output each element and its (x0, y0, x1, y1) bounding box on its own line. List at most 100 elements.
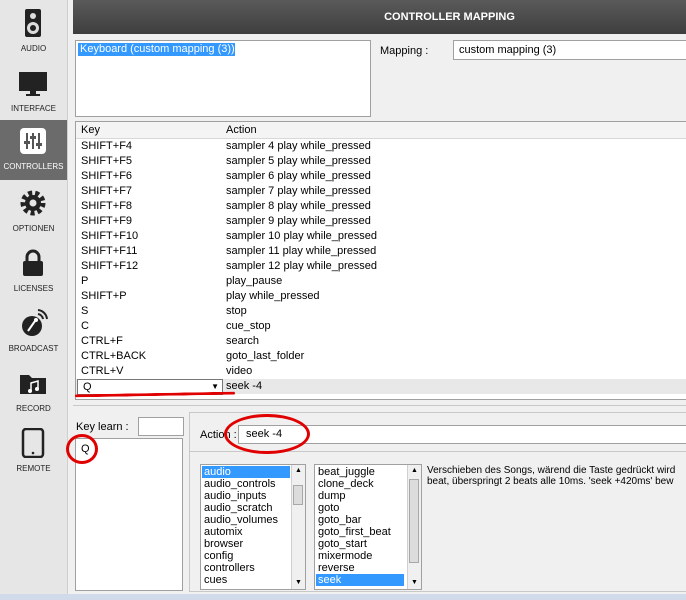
controller-list[interactable]: Keyboard (custom mapping (3)) (75, 40, 371, 117)
category-list[interactable]: audio audio_controls audio_inputs audio_scr… (200, 464, 306, 590)
scroll-thumb[interactable] (409, 479, 419, 563)
column-header-action[interactable]: Action (221, 122, 686, 139)
scroll-down-icon[interactable]: ▼ (292, 577, 305, 589)
list-item[interactable]: goto (316, 502, 404, 514)
row-action: goto_last_folder (226, 350, 305, 362)
list-item[interactable]: goto_bar (316, 514, 404, 526)
lock-icon (23, 249, 43, 276)
list-item[interactable]: reverse (316, 562, 404, 574)
sidebar-item-interface[interactable]: INTERFACE (0, 62, 67, 122)
row-action: sampler 11 play while_pressed (226, 245, 377, 257)
controller-item[interactable]: Keyboard (custom mapping (3)) (78, 43, 235, 56)
sidebar-item-licenses[interactable]: LICENSES (0, 242, 67, 302)
list-item[interactable]: controllers (202, 562, 290, 574)
folder-music-icon (20, 375, 46, 394)
list-item[interactable]: goto_start (316, 538, 404, 550)
table-row[interactable]: SHIFT+F5 sampler 5 play while_pressed (76, 154, 686, 169)
table-row[interactable]: CTRL+F search (76, 334, 686, 349)
sidebar-item-remote[interactable]: REMOTE (0, 422, 67, 482)
sidebar-item-label: INTERFACE (11, 104, 56, 113)
table-row[interactable]: SHIFT+F11 sampler 11 play while_pressed (76, 244, 686, 259)
table-row[interactable]: Pplay_pause (76, 274, 686, 289)
list-item[interactable]: seek (316, 574, 404, 586)
monitor-icon (19, 72, 47, 96)
verb-scrollbar[interactable]: ▲ ▼ (407, 465, 421, 589)
sidebar-item-label: LICENSES (13, 284, 54, 293)
list-item[interactable]: config (202, 550, 290, 562)
list-item[interactable]: beat_juggle (316, 466, 404, 478)
scroll-up-icon[interactable]: ▲ (292, 465, 305, 477)
sidebar-item-record[interactable]: RECORD (0, 362, 67, 422)
row-action: stop (226, 305, 247, 317)
table-row[interactable]: Sstop (76, 304, 686, 319)
table-row[interactable]: SHIFT+F4 sampler 4 play while_pressed (76, 139, 686, 154)
list-item[interactable]: audio_controls (202, 478, 290, 490)
list-item[interactable]: dump (316, 490, 404, 502)
scroll-down-icon[interactable]: ▼ (408, 577, 421, 589)
sidebar-item-audio[interactable]: AUDIO (0, 2, 67, 62)
table-row[interactable]: SHIFT+F6 sampler 6 play while_pressed (76, 169, 686, 184)
row-key: CTRL+F (81, 335, 123, 347)
list-item[interactable]: audio_inputs (202, 490, 290, 502)
category-scrollbar[interactable]: ▲ ▼ (291, 465, 305, 589)
sidebar-item-label: RECORD (16, 404, 51, 413)
sidebar-item-label: OPTIONEN (12, 224, 55, 233)
annotation-circle-action (224, 414, 310, 454)
table-row[interactable]: SHIFT+P play while_pressed (76, 289, 686, 304)
list-item[interactable]: audio (202, 466, 290, 478)
row-key: SHIFT+F7 (81, 185, 133, 197)
row-action: sampler 10 play while_pressed (226, 230, 378, 242)
row-key: SHIFT+F10 (81, 230, 139, 242)
scroll-thumb[interactable] (293, 485, 303, 505)
table-row[interactable]: SHIFT+F10 sampler 10 play while_pressed (76, 229, 686, 244)
status-bar (0, 594, 686, 600)
sidebar-item-controllers[interactable]: CONTROLLERS (0, 120, 67, 180)
table-row[interactable]: SHIFT+F7 sampler 7 play while_pressed (76, 184, 686, 199)
list-item[interactable]: browser (202, 538, 290, 550)
table-row-selected[interactable]: Q ▼ seek -4 (76, 379, 686, 395)
row-key: SHIFT+F5 (81, 155, 133, 167)
mapping-label: Mapping : (380, 45, 429, 57)
mapping-field[interactable]: custom mapping (3) (453, 40, 686, 60)
sliders-icon (20, 128, 46, 154)
mapping-table: Key Action SHIFT+F4 sampler 4 play while_… (75, 121, 686, 400)
list-item[interactable]: mixermode (316, 550, 404, 562)
row-key: CTRL+BACK (81, 350, 147, 362)
row-action: sampler 4 play while_pressed (226, 140, 371, 152)
table-row[interactable]: SHIFT+F9 sampler 9 play while_pressed (76, 214, 686, 229)
scroll-up-icon[interactable]: ▲ (408, 465, 421, 477)
key-learn-input[interactable] (138, 417, 184, 436)
tablet-icon (21, 428, 45, 458)
row-action: sampler 8 play while_pressed (226, 200, 371, 212)
table-row[interactable]: CTRL+BACK goto_last_folder (76, 349, 686, 364)
verb-list[interactable]: beat_juggle clone_deck dump goto goto_bar got… (314, 464, 422, 590)
key-select-value: Q (83, 381, 92, 393)
list-item[interactable]: clone_deck (316, 478, 404, 490)
row-key: CTRL+V (81, 365, 124, 377)
list-item[interactable]: automix (202, 526, 290, 538)
table-row[interactable]: Ccue_stop (76, 319, 686, 334)
list-item[interactable]: cues (202, 574, 290, 586)
table-row[interactable]: SHIFT+F12 sampler 12 play while_pressed (76, 259, 686, 274)
sidebar-item-optionen[interactable]: OPTIONEN (0, 182, 67, 242)
row-key: SHIFT+F11 (81, 245, 138, 257)
list-item[interactable]: goto_first_beat (316, 526, 404, 538)
annotation-circle-key (66, 434, 98, 464)
description-line: beat, überspringt 2 beats alle 10ms. 'se… (427, 476, 674, 487)
speaker-icon (25, 9, 41, 37)
list-item[interactable]: audio_scratch (202, 502, 290, 514)
row-action: sampler 5 play while_pressed (226, 155, 371, 167)
list-item[interactable]: audio_volumes (202, 514, 290, 526)
row-action: sampler 12 play while_pressed (226, 260, 378, 272)
header-bar: CONTROLLER MAPPING (73, 0, 686, 34)
mapping-value: custom mapping (3) (459, 44, 557, 56)
broadcast-icon (22, 309, 48, 336)
sidebar-item-label: BROADCAST (8, 344, 59, 353)
page-title: CONTROLLER MAPPING (384, 11, 515, 23)
sidebar-item-broadcast[interactable]: BROADCAST (0, 302, 67, 362)
row-key: SHIFT+F4 (81, 140, 133, 152)
sidebar-item-label: REMOTE (16, 464, 51, 473)
column-header-key[interactable]: Key (76, 122, 226, 139)
table-row[interactable]: SHIFT+F8 sampler 8 play while_pressed (76, 199, 686, 214)
table-row[interactable]: CTRL+V video (76, 364, 686, 379)
